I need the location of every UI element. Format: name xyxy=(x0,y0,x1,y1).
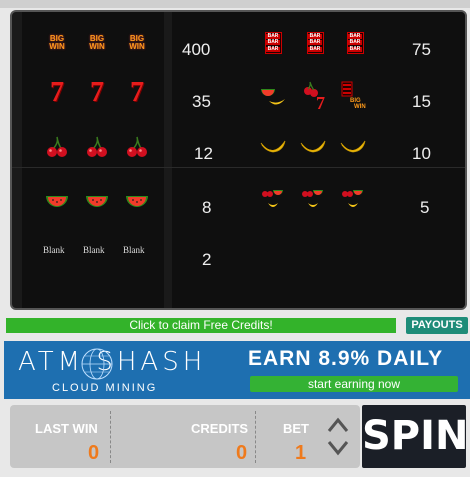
bet-down-icon[interactable] xyxy=(326,438,350,458)
bar-icon: BAR BAR BAR xyxy=(340,28,370,58)
credits-value: 0 xyxy=(236,442,248,464)
fruit-mix-icon xyxy=(258,184,288,214)
divider xyxy=(110,411,111,463)
last-win-label: LAST WIN xyxy=(35,421,98,436)
big-win-icon: BIG WIN xyxy=(49,34,65,51)
cherry-icon xyxy=(42,132,72,162)
ad-cta-button[interactable]: start earning now xyxy=(250,376,458,392)
fruit-mix-icon xyxy=(298,184,328,214)
ad-headline: EARN 8.9% DAILY xyxy=(248,347,444,370)
svg-text:WIN: WIN xyxy=(354,104,366,110)
spin-button[interactable]: SPIN xyxy=(362,405,468,468)
bar-icon: BAR BAR BAR xyxy=(300,28,330,58)
ad-subtitle: CLOUD MINING xyxy=(52,382,158,394)
bar-icon: BAR BAR BAR xyxy=(258,28,288,58)
watermelon-icon xyxy=(82,186,112,216)
svg-text:7: 7 xyxy=(316,93,325,110)
bar-bigwin-icon: BIG WIN xyxy=(340,80,370,110)
payout-value: 35 xyxy=(192,92,211,111)
melon-banana-icon xyxy=(258,82,288,112)
bet-value: 1 xyxy=(295,442,307,464)
seven-icon: 7 xyxy=(50,77,64,108)
last-win-value: 0 xyxy=(88,442,100,464)
divider xyxy=(255,411,256,463)
blank-symbol: Blank xyxy=(43,245,65,255)
cherry-icon xyxy=(122,132,152,162)
payout-value: 10 xyxy=(412,144,431,163)
seven-icon: 7 xyxy=(90,77,104,108)
banana-icon xyxy=(298,132,328,162)
bet-label: BET xyxy=(283,421,309,436)
fruit-mix-icon xyxy=(338,184,368,214)
seven-icon: 7 xyxy=(130,77,144,108)
blank-symbol: Blank xyxy=(123,245,145,255)
paytable-frame: BIG WIN BIG WIN BIG WIN 400 7 7 7 35 12 8 B… xyxy=(10,10,467,310)
globe-icon xyxy=(81,348,113,380)
cherry-seven-icon: 7 xyxy=(300,80,330,110)
top-strip xyxy=(0,0,470,8)
row-divider xyxy=(12,167,465,168)
control-bar: LAST WIN 0 CREDITS 0 BET 1 xyxy=(10,405,360,468)
watermelon-icon xyxy=(122,186,152,216)
bet-up-icon[interactable] xyxy=(326,415,350,435)
payout-value: 5 xyxy=(420,198,430,217)
payout-value: 8 xyxy=(202,198,212,217)
payout-value: 12 xyxy=(194,144,213,163)
ad-banner[interactable]: ATM SHASH CLOUD MINING EARN 8.9% DAILY s… xyxy=(4,341,470,399)
big-win-icon: BIG WIN xyxy=(89,34,105,51)
banana-icon xyxy=(258,132,288,162)
credits-label: CREDITS xyxy=(191,421,249,436)
payout-value: 75 xyxy=(412,40,431,59)
payout-value: 2 xyxy=(202,250,212,269)
cherry-icon xyxy=(82,132,112,162)
watermelon-icon xyxy=(42,186,72,216)
blank-symbol: Blank xyxy=(83,245,105,255)
claim-credits-button[interactable]: Click to claim Free Credits! xyxy=(6,318,396,333)
payout-value: 400 xyxy=(182,40,211,59)
banana-icon xyxy=(338,132,368,162)
payout-value: 15 xyxy=(412,92,431,111)
big-win-icon: BIG WIN xyxy=(129,34,145,51)
payouts-button[interactable]: PAYOUTS xyxy=(406,317,468,334)
